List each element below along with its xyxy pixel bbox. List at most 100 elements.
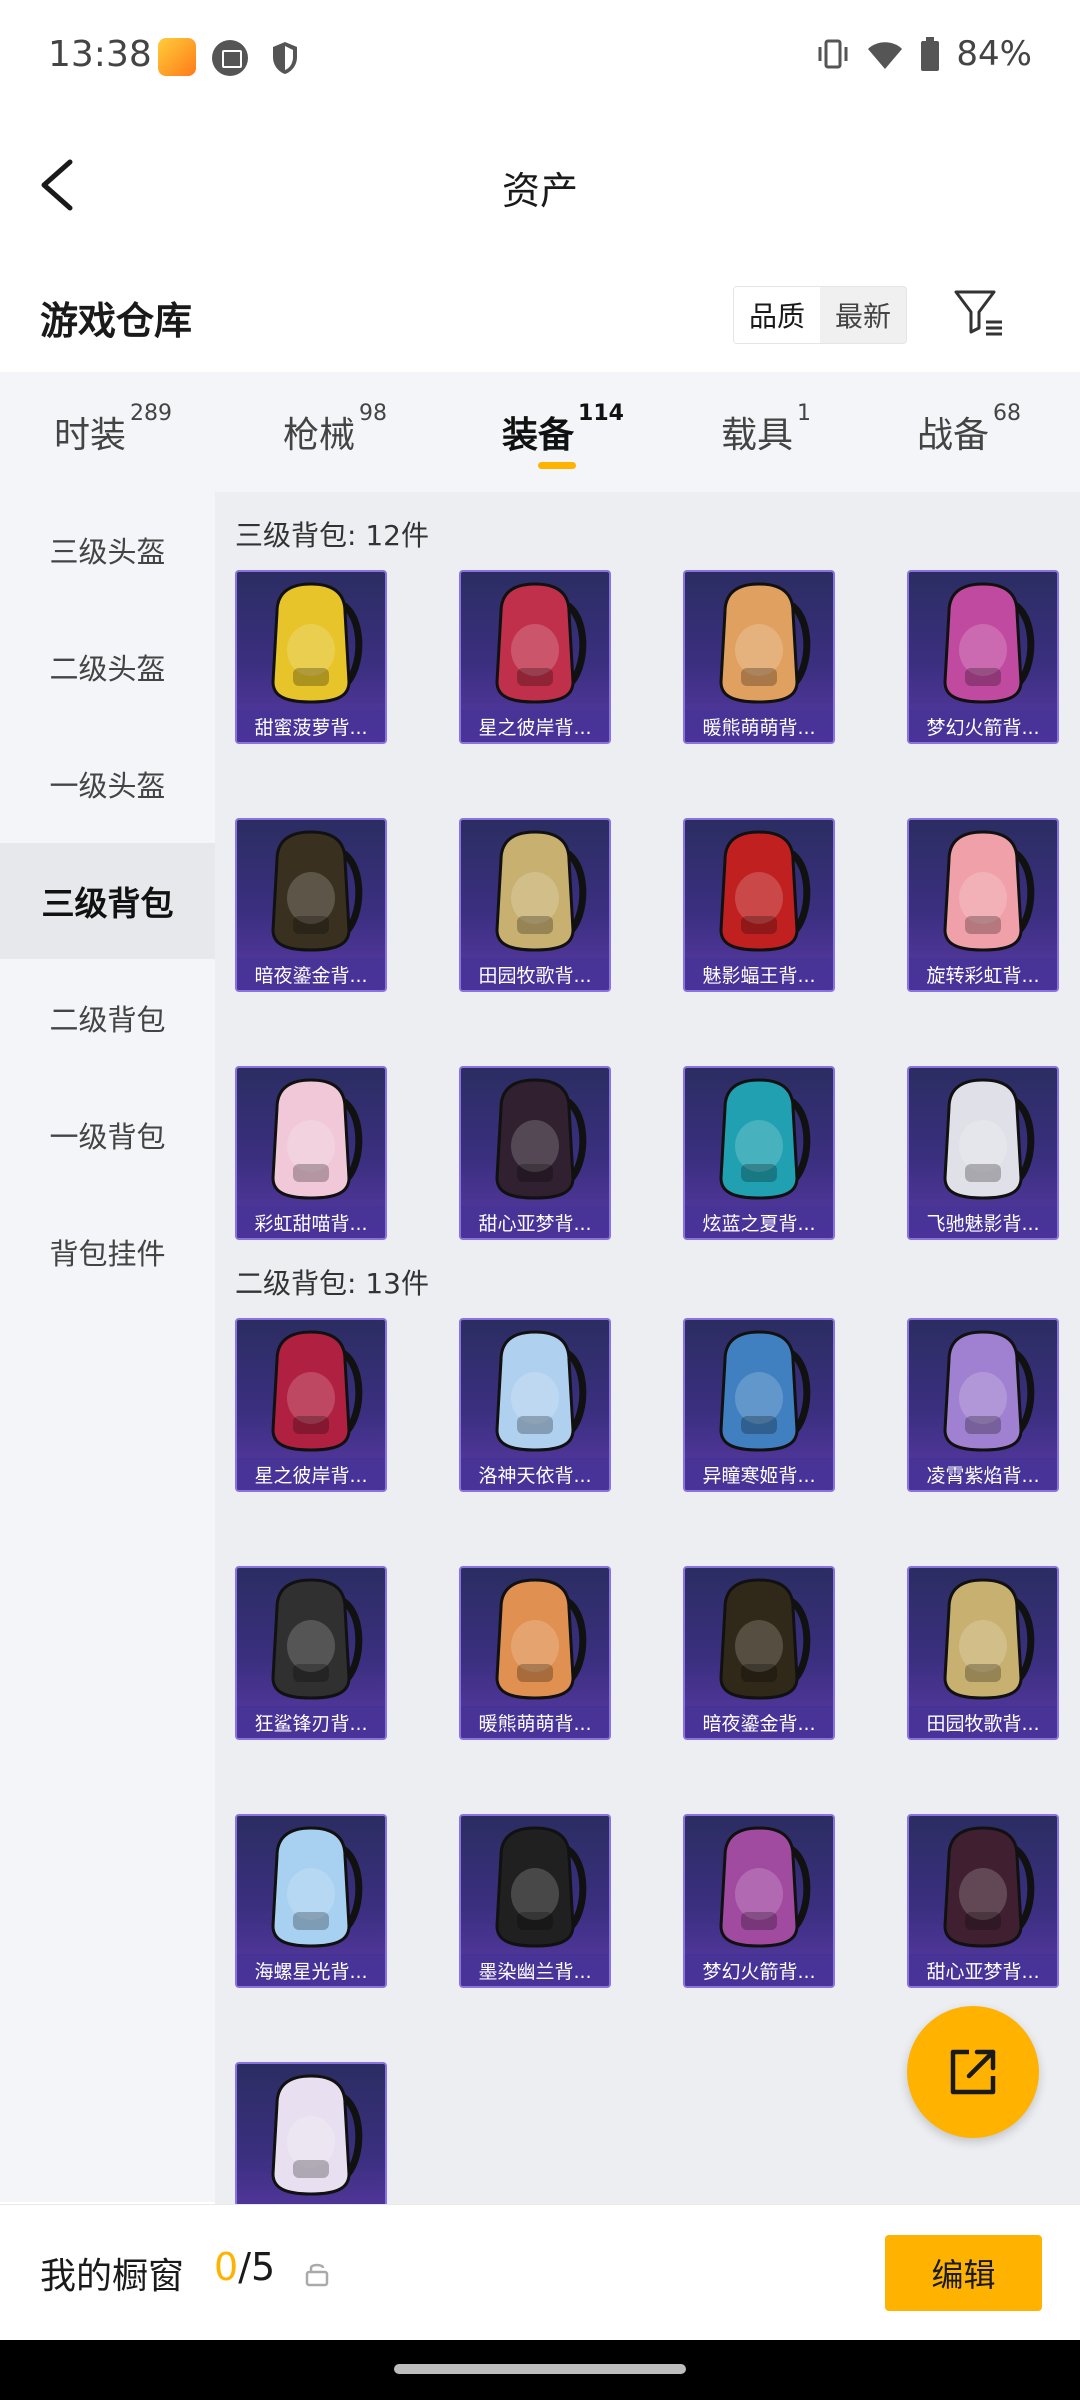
status-bar: 13:38 84%: [0, 0, 1080, 110]
item-card[interactable]: 星之彼岸背...: [459, 570, 611, 744]
tab-guns[interactable]: 枪械98: [283, 401, 387, 458]
item-card[interactable]: 洛神天依背...: [459, 1318, 611, 1492]
backpack-icon: [719, 582, 811, 704]
item-card[interactable]: 魅影蝠王背...: [683, 818, 835, 992]
home-gesture-handle[interactable]: [394, 2364, 686, 2374]
item-card[interactable]: 甜心亚梦背...: [459, 1066, 611, 1240]
sidebar: 三级头盔 二级头盔 一级头盔 三级背包 二级背包 一级背包 背包挂件: [0, 492, 215, 2202]
backpack-icon: [719, 1578, 811, 1700]
share-icon: [950, 2049, 996, 2095]
item-card[interactable]: 星之彼岸背...: [235, 1318, 387, 1492]
page-title: 资产: [501, 169, 578, 213]
backpack-icon: [495, 1826, 587, 1948]
tab-label: 时装: [54, 415, 127, 456]
item-label: 甜心亚梦背...: [909, 1954, 1057, 1986]
item-card[interactable]: 田园牧歌背...: [907, 1566, 1059, 1740]
item-label: 凌霄紫焰背...: [909, 1458, 1057, 1490]
backpack-icon: [719, 1330, 811, 1452]
item-label: 暗夜鎏金背...: [237, 958, 385, 990]
backpack-icon: [271, 1826, 363, 1948]
item-card[interactable]: 彩虹甜喵背...: [235, 1066, 387, 1240]
item-card[interactable]: 炫蓝之夏背...: [683, 1066, 835, 1240]
item-label: 田园牧歌背...: [909, 1706, 1057, 1738]
tab-equipment[interactable]: 装备114: [502, 401, 624, 458]
showcase-current: 0: [214, 2245, 239, 2289]
item-card[interactable]: 凌霄紫焰背...: [907, 1318, 1059, 1492]
tab-supplies[interactable]: 战备68: [917, 401, 1021, 458]
item-card[interactable]: 暗夜鎏金背...: [683, 1566, 835, 1740]
item-card[interactable]: 墨染幽兰背...: [459, 1814, 611, 1988]
tab-vehicles[interactable]: 载具1: [721, 401, 811, 458]
item-card[interactable]: 暗夜鎏金背...: [235, 818, 387, 992]
item-card[interactable]: 田园牧歌背...: [459, 818, 611, 992]
backpack-icon: [271, 582, 363, 704]
item-card[interactable]: [235, 2062, 387, 2204]
status-right: 84%: [816, 34, 1032, 74]
item-card[interactable]: 暖熊萌萌背...: [683, 570, 835, 744]
sidebar-item-lv3-backpack[interactable]: 三级背包: [0, 843, 215, 959]
sidebar-item-lv2-backpack[interactable]: 二级背包: [0, 960, 215, 1076]
sort-quality-button[interactable]: 品质: [734, 287, 820, 343]
sidebar-item-backpack-charm[interactable]: 背包挂件: [0, 1194, 215, 1310]
sidebar-item-lv2-helmet[interactable]: 二级头盔: [0, 609, 215, 725]
section-title-lv3: 三级背包: 12件: [235, 519, 429, 552]
item-label: 狂鲨锋刃背...: [237, 1706, 385, 1738]
battery-percent: 84%: [956, 34, 1032, 74]
tab-count: 1: [797, 401, 812, 426]
sidebar-item-lv1-helmet[interactable]: 一级头盔: [0, 726, 215, 842]
showcase-separator: /: [238, 2245, 251, 2289]
filter-icon[interactable]: [952, 286, 1006, 340]
backpack-icon: [943, 1826, 1035, 1948]
backpack-icon: [271, 1078, 363, 1200]
status-time: 13:38: [48, 34, 152, 75]
item-label: 星之彼岸背...: [237, 1458, 385, 1490]
showcase-total: 5: [251, 2245, 276, 2289]
wifi-icon: [868, 42, 903, 69]
sidebar-item-lv3-helmet[interactable]: 三级头盔: [0, 492, 215, 608]
backpack-icon: [495, 830, 587, 952]
backpack-icon: [495, 1578, 587, 1700]
item-card[interactable]: 海螺星光背...: [235, 1814, 387, 1988]
item-label: 魅影蝠王背...: [685, 958, 833, 990]
item-card[interactable]: 飞驰魅影背...: [907, 1066, 1059, 1240]
tab-label: 载具: [721, 415, 794, 456]
sort-latest-button[interactable]: 最新: [820, 287, 906, 343]
calendar-icon: [212, 40, 248, 76]
active-tab-indicator: [538, 462, 576, 469]
item-label: 飞驰魅影背...: [909, 1206, 1057, 1238]
tab-fashion[interactable]: 时装289: [54, 401, 172, 458]
item-card[interactable]: 梦幻火箭背...: [683, 1814, 835, 1988]
backpack-icon: [495, 1078, 587, 1200]
item-label: 梦幻火箭背...: [909, 710, 1057, 742]
backpack-icon: [719, 1078, 811, 1200]
tab-count: 114: [578, 401, 624, 426]
backpack-icon: [719, 830, 811, 952]
battery-icon: [921, 37, 940, 71]
edit-button[interactable]: 编辑: [885, 2235, 1042, 2311]
tab-label: 战备: [917, 415, 990, 456]
category-tabs: 时装289 枪械98 装备114 载具1 战备68: [0, 372, 1080, 492]
share-button[interactable]: [907, 2006, 1039, 2138]
shield-icon: [273, 42, 297, 74]
item-label: 暗夜鎏金背...: [685, 1706, 833, 1738]
item-card[interactable]: 旋转彩虹背...: [907, 818, 1059, 992]
item-label: 梦幻火箭背...: [685, 1954, 833, 1986]
tab-label: 枪械: [283, 415, 356, 456]
tab-count: 289: [130, 401, 173, 426]
sidebar-item-lv1-backpack[interactable]: 一级背包: [0, 1077, 215, 1193]
item-label: 墨染幽兰背...: [461, 1954, 609, 1986]
item-card[interactable]: 异瞳寒姬背...: [683, 1318, 835, 1492]
tab-label: 装备: [502, 415, 575, 456]
item-label: 甜蜜菠萝背...: [237, 710, 385, 742]
item-card[interactable]: 甜心亚梦背...: [907, 1814, 1059, 1988]
backpack-icon: [943, 830, 1035, 952]
item-card[interactable]: 狂鲨锋刃背...: [235, 1566, 387, 1740]
item-card[interactable]: 甜蜜菠萝背...: [235, 570, 387, 744]
tab-count: 98: [359, 401, 388, 426]
showcase-label: 我的橱窗: [40, 2256, 185, 2297]
app-notification-icon: [158, 38, 196, 76]
item-card[interactable]: 暖熊萌萌背...: [459, 1566, 611, 1740]
item-label: 旋转彩虹背...: [909, 958, 1057, 990]
item-card[interactable]: 梦幻火箭背...: [907, 570, 1059, 744]
vibrate-icon: [818, 39, 848, 69]
